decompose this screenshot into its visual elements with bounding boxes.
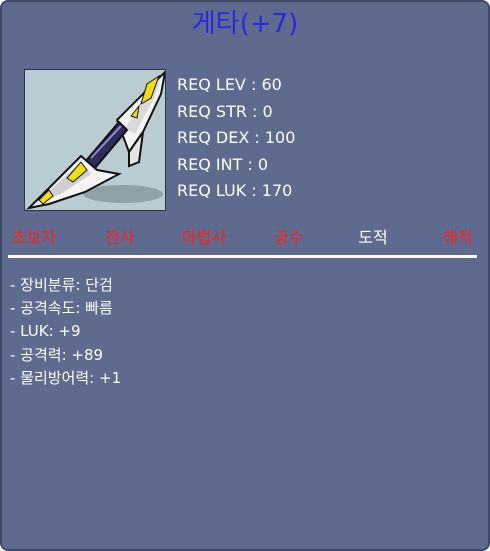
req-str: REQ STR : 0 — [177, 101, 273, 121]
divider — [8, 255, 477, 258]
job-bowman: 궁수 — [274, 228, 304, 247]
stat-attack: - 공격력: +89 — [10, 345, 104, 364]
dagger-item-icon — [24, 69, 166, 211]
stat-category: - 장비분류: 단검 — [10, 276, 113, 294]
req-level: REQ LEV : 60 — [177, 75, 282, 94]
stat-attack-speed: - 공격속도: 빠름 — [10, 299, 113, 318]
item-tooltip: 게타(+7) REQ LEV : 60 REQ STR : 0 REQ DEX … — [0, 0, 490, 551]
job-warrior: 전사 — [105, 228, 135, 247]
job-beginner: 초보자 — [11, 228, 57, 247]
item-stats: - 장비분류: 단검 - 공격속도: 빠름 - LUK: +9 - 공격력: +… — [10, 274, 121, 390]
job-magician: 마법사 — [181, 228, 227, 247]
job-list: 초보자 전사 마법사 궁수 도적 해적 — [2, 224, 490, 252]
requirements-list: REQ LEV : 60 REQ STR : 0 REQ DEX : 100 R… — [177, 72, 295, 205]
req-int: REQ INT : 0 — [177, 154, 269, 174]
req-luk: REQ LUK : 170 — [177, 181, 293, 200]
stat-luk: - LUK: +9 — [10, 322, 81, 341]
item-name: 게타(+7) — [191, 9, 299, 39]
job-pirate: 해적 — [443, 228, 473, 247]
job-thief: 도적 — [358, 228, 388, 247]
stat-defense: - 물리방어력: +1 — [10, 368, 122, 387]
req-dex: REQ DEX : 100 — [177, 128, 296, 147]
